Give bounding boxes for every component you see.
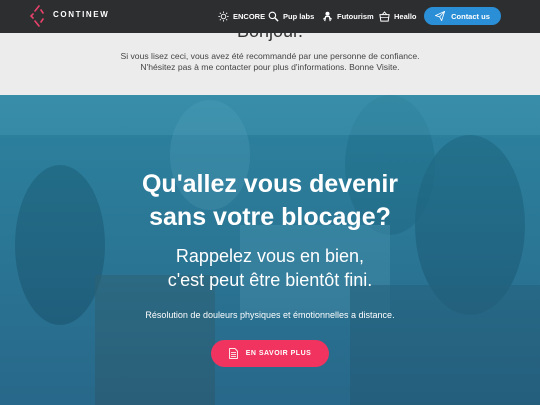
nav-item-encore[interactable]: ENCORE [218, 8, 265, 24]
document-icon [228, 348, 238, 359]
intro-title: Bonjour. [0, 33, 540, 42]
continew-logo-icon[interactable] [30, 4, 46, 28]
nav-label-encore: ENCORE [233, 11, 266, 21]
hero-subtitle: Rappelez vous en bien, c'est peut être b… [0, 244, 540, 292]
basket-icon [379, 10, 390, 22]
learn-more-label: EN SAVOIR PLUS [245, 350, 312, 357]
hero-section: Qu'allez vous devenir sans votre blocage… [0, 95, 540, 405]
nav-label-heallo: Heallo [394, 11, 417, 21]
hero-title: Qu'allez vous devenir sans votre blocage… [0, 168, 540, 234]
nav-item-heallo[interactable]: Heallo [379, 8, 417, 24]
sun-icon [218, 10, 229, 22]
hero-description: Résolution de douleurs physiques et émot… [145, 310, 395, 320]
intro-text: Si vous lisez ceci, vous avez été recomm… [120, 51, 420, 72]
nav-label-pup-labs: Pup labs [283, 11, 315, 21]
intro-section: Bonjour. Si vous lisez ceci, vous avez é… [0, 33, 540, 95]
hero-subtitle-line-2: c'est peut être bientôt fini. [167, 270, 373, 290]
nav-label-futourism: Futourism [337, 11, 374, 21]
top-navigation-bar: CONTINEW ENCORE Pup labs Futourism Heall… [0, 0, 540, 33]
hero-title-line-1: Qu'allez vous devenir [141, 170, 399, 198]
person-icon [323, 11, 332, 21]
hero-subtitle-line-1: Rappelez vous en bien, [175, 246, 365, 266]
contact-us-button[interactable]: Contact us [424, 7, 501, 25]
contact-us-label: Contact us [451, 11, 490, 21]
paper-plane-icon [435, 11, 446, 21]
brand-name[interactable]: CONTINEW [53, 10, 109, 19]
nav-item-futourism[interactable]: Futourism [322, 8, 374, 24]
nav-item-pup-labs[interactable]: Pup labs [268, 8, 314, 24]
learn-more-button[interactable]: EN SAVOIR PLUS [211, 340, 329, 367]
hero-title-line-2: sans votre blocage? [149, 203, 391, 231]
magnifier-icon [268, 11, 279, 22]
